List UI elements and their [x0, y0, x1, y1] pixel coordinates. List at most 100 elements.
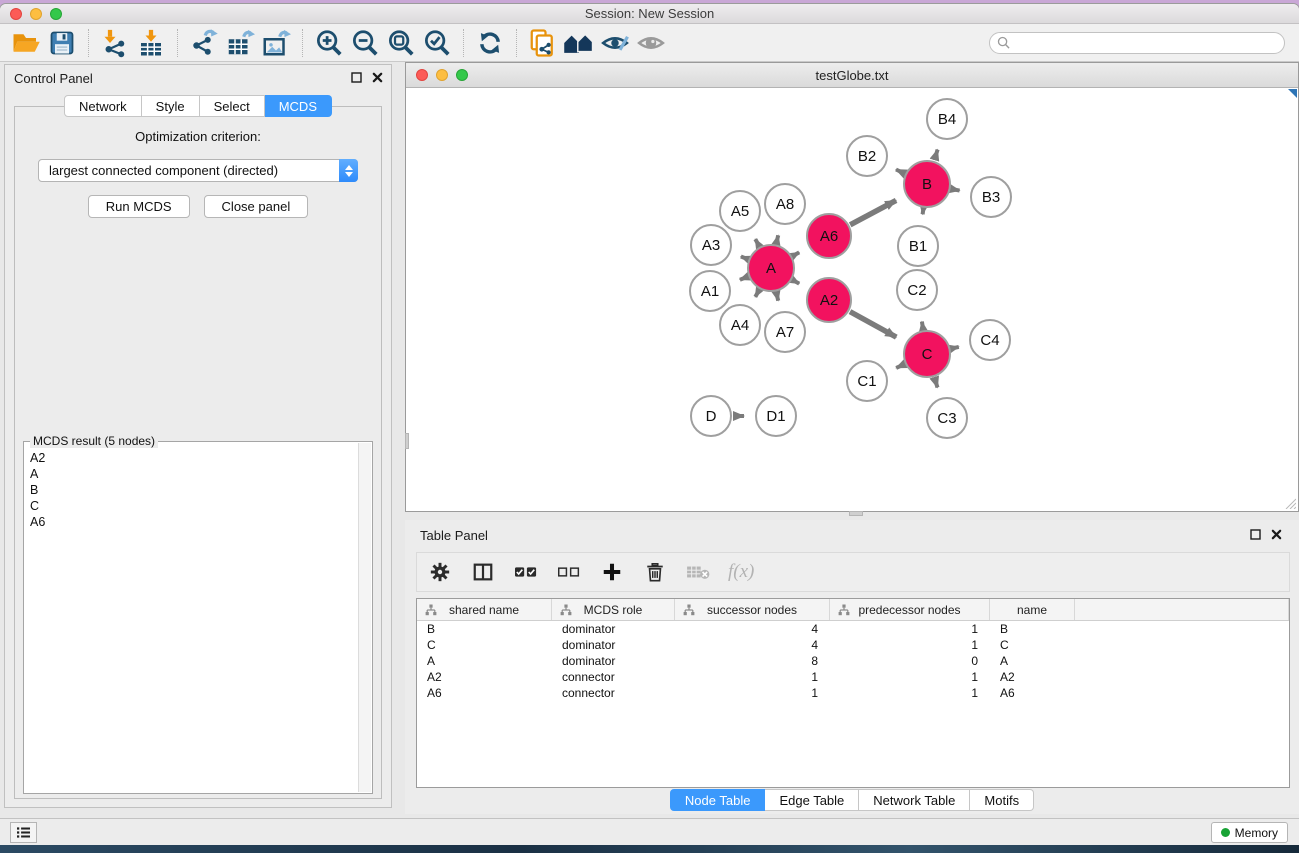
table-row[interactable]: Bdominator41B [417, 621, 1289, 637]
graph-edge-A-A2[interactable] [793, 280, 799, 284]
graph-edge-A-A4[interactable] [755, 290, 759, 297]
import-network-button[interactable] [97, 27, 133, 59]
table-cell[interactable]: B [417, 621, 552, 637]
resize-grip-icon[interactable] [1284, 497, 1296, 509]
column-header-name[interactable]: name [990, 599, 1075, 620]
table-tab-edge-table[interactable]: Edge Table [765, 789, 859, 811]
graph-edge-C-C1[interactable] [896, 364, 904, 368]
graph-edge-C-C3[interactable] [935, 378, 938, 388]
column-header-predecessor-nodes[interactable]: predecessor nodes [830, 599, 990, 620]
graph-node-B1[interactable]: B1 [898, 226, 938, 266]
graph-node-A3[interactable]: A3 [691, 225, 731, 265]
column-header-successor-nodes[interactable]: successor nodes [675, 599, 830, 620]
refresh-view-button[interactable] [472, 27, 508, 59]
graph-node-B2[interactable]: B2 [847, 136, 887, 176]
graph-edge-B-B3[interactable] [952, 189, 960, 191]
network-window-titlebar[interactable]: testGlobe.txt [406, 63, 1298, 88]
graph-edge-C-C2[interactable] [922, 322, 923, 330]
graph-node-C3[interactable]: C3 [927, 398, 967, 438]
new-network-from-selection-button[interactable] [525, 27, 561, 59]
result-scrollbar[interactable] [358, 443, 371, 792]
export-table-button[interactable] [222, 27, 258, 59]
table-settings-button[interactable] [427, 559, 453, 585]
network-canvas[interactable]: B4B2BB3A8A5A6A3B1AA1C2A2A4A7C4CC1DD1C3 [406, 88, 1298, 511]
show-style-button[interactable] [597, 27, 633, 59]
table-row[interactable]: Cdominator41C [417, 637, 1289, 653]
graph-node-C1[interactable]: C1 [847, 361, 887, 401]
tab-network[interactable]: Network [64, 95, 142, 117]
table-cell[interactable]: 4 [675, 621, 830, 637]
graph-node-A5[interactable]: A5 [720, 191, 760, 231]
graph-edge-A-A7[interactable] [776, 292, 778, 300]
unselect-all-button[interactable] [556, 559, 582, 585]
table-cell[interactable]: dominator [552, 621, 675, 637]
table-cell[interactable]: A2 [417, 669, 552, 685]
graph-edge-A2-C[interactable] [850, 312, 896, 338]
table-cell[interactable]: A [990, 653, 1075, 669]
task-history-button[interactable] [10, 822, 37, 843]
function-builder-button[interactable]: f(x) [728, 559, 754, 585]
graph-edge-A-A8[interactable] [776, 235, 778, 243]
table-cell[interactable]: 1 [830, 685, 990, 701]
graph-edge-A-A5[interactable] [755, 239, 759, 246]
table-cell[interactable]: 1 [830, 669, 990, 685]
graph-node-B[interactable]: B [904, 161, 950, 207]
table-cell[interactable]: dominator [552, 653, 675, 669]
tab-select[interactable]: Select [200, 95, 265, 117]
run-mcds-button[interactable]: Run MCDS [88, 195, 190, 218]
result-list-item[interactable]: A6 [30, 514, 353, 530]
graph-node-D[interactable]: D [691, 396, 731, 436]
graph-node-C[interactable]: C [904, 331, 950, 377]
destroy-table-button[interactable] [685, 559, 711, 585]
table-cell[interactable]: A6 [990, 685, 1075, 701]
table-cell[interactable]: dominator [552, 637, 675, 653]
delete-columns-button[interactable] [642, 559, 668, 585]
graph-node-B3[interactable]: B3 [971, 177, 1011, 217]
table-row[interactable]: A6connector11A6 [417, 685, 1289, 701]
graph-node-C2[interactable]: C2 [897, 270, 937, 310]
graph-edge-A-A3[interactable] [741, 257, 748, 260]
graph-node-A7[interactable]: A7 [765, 312, 805, 352]
graph-node-B4[interactable]: B4 [927, 99, 967, 139]
show-columns-button[interactable] [470, 559, 496, 585]
birdseye-toggle-icon[interactable] [1288, 89, 1297, 98]
table-cell[interactable]: 1 [675, 669, 830, 685]
tab-mcds[interactable]: MCDS [265, 95, 332, 117]
graph-edge-A6-B[interactable] [850, 200, 896, 224]
close-table-panel-icon[interactable] [1271, 529, 1282, 540]
splitter-grip-bottom[interactable] [849, 511, 863, 516]
table-cell[interactable]: 8 [675, 653, 830, 669]
table-row[interactable]: Adominator80A [417, 653, 1289, 669]
table-tab-motifs[interactable]: Motifs [970, 789, 1034, 811]
table-row[interactable]: A2connector11A2 [417, 669, 1289, 685]
float-table-panel-icon[interactable] [1250, 529, 1261, 540]
graph-node-A4[interactable]: A4 [720, 305, 760, 345]
zoom-selected-button[interactable] [419, 27, 455, 59]
table-cell[interactable]: A2 [990, 669, 1075, 685]
column-header-shared-name[interactable]: shared name [417, 599, 552, 620]
show-hide-panels-button[interactable] [561, 27, 597, 59]
graph-edge-B-B2[interactable] [896, 170, 904, 174]
graph-edge-B-B1[interactable] [923, 209, 924, 215]
result-list-item[interactable]: B [30, 482, 353, 498]
graph-edge-A-A1[interactable] [740, 277, 748, 280]
table-cell[interactable]: A6 [417, 685, 552, 701]
open-file-button[interactable] [8, 27, 44, 59]
table-cell[interactable]: B [990, 621, 1075, 637]
zoom-in-button[interactable] [311, 27, 347, 59]
graph-node-A[interactable]: A [748, 245, 794, 291]
import-table-button[interactable] [133, 27, 169, 59]
close-panel-icon[interactable] [372, 72, 383, 83]
criterion-dropdown[interactable]: largest connected component (directed) [38, 159, 358, 182]
zoom-fit-button[interactable] [383, 27, 419, 59]
memory-button[interactable]: Memory [1211, 822, 1288, 843]
column-header-MCDS-role[interactable]: MCDS role [552, 599, 675, 620]
table-cell[interactable]: connector [552, 669, 675, 685]
table-tab-network-table[interactable]: Network Table [859, 789, 970, 811]
table-cell[interactable]: 4 [675, 637, 830, 653]
graph-node-A6[interactable]: A6 [807, 214, 851, 258]
table-cell[interactable]: 1 [830, 621, 990, 637]
table-cell[interactable]: A [417, 653, 552, 669]
search-input[interactable] [1014, 36, 1277, 50]
result-list-item[interactable]: A [30, 466, 353, 482]
